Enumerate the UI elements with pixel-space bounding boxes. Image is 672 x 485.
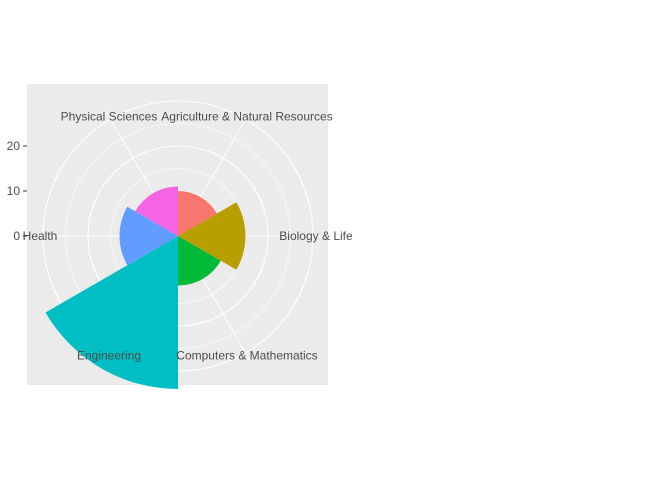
y-tick-label: 10 [7, 184, 21, 198]
chart-svg: Agriculture & Natural Resources Biology &… [7, 84, 353, 390]
category-label: Computers & Mathematics [176, 349, 317, 363]
y-tick-label: 0 [13, 229, 20, 243]
category-label: Agriculture & Natural Resources [161, 109, 332, 123]
ticks-layer: 0 10 20 [7, 139, 27, 243]
category-label: Biology & Life [279, 229, 353, 243]
category-label: Engineering [77, 349, 141, 363]
category-label: Physical Sciences [61, 109, 158, 123]
y-tick-label: 20 [7, 139, 21, 153]
polar-bar-chart: Agriculture & Natural Resources Biology &… [0, 0, 672, 480]
category-label: Health [23, 229, 58, 243]
